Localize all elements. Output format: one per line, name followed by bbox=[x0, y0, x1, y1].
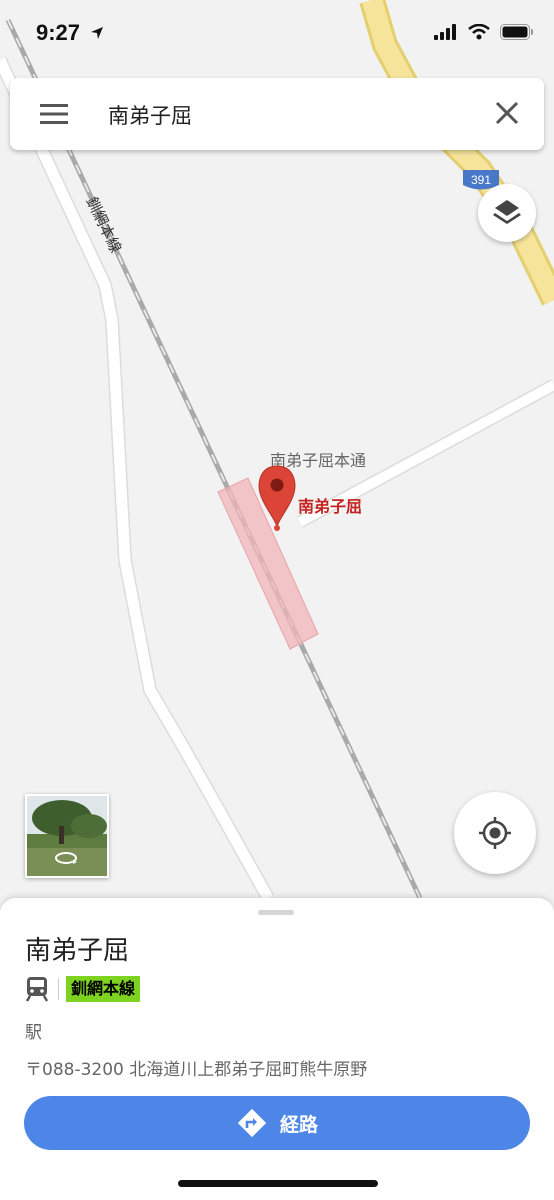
pin-label: 南弟子屈 bbox=[298, 497, 362, 516]
search-query[interactable]: 南弟子屈 bbox=[108, 100, 192, 130]
my-location-button[interactable] bbox=[454, 792, 536, 874]
search-bar[interactable]: 南弟子屈 bbox=[10, 78, 544, 150]
cellular-signal-icon bbox=[434, 24, 456, 40]
status-time: 9:27 bbox=[36, 20, 81, 45]
train-icon bbox=[25, 977, 49, 1002]
battery-icon bbox=[500, 24, 533, 40]
home-indicator[interactable] bbox=[178, 1180, 378, 1187]
place-sheet[interactable]: 南弟子屈 釧網本線 駅 〒088-3200 北海道川上郡弟子屈町熊牛原野 経路 bbox=[0, 898, 554, 1200]
divider bbox=[58, 978, 59, 1000]
wifi-icon bbox=[468, 24, 490, 40]
place-address: 〒088-3200 北海道川上郡弟子屈町熊牛原野 bbox=[25, 1060, 368, 1080]
directions-label: 経路 bbox=[280, 1114, 319, 1136]
directions-icon bbox=[237, 1108, 267, 1138]
sheet-drag-handle[interactable] bbox=[258, 910, 294, 915]
street-view-thumbnail[interactable] bbox=[25, 794, 109, 878]
status-bar: 9:27 bbox=[0, 0, 554, 64]
menu-icon[interactable] bbox=[40, 102, 68, 126]
place-title: 南弟子屈 bbox=[25, 936, 130, 966]
layers-button[interactable] bbox=[478, 184, 536, 242]
location-arrow-icon bbox=[91, 27, 103, 39]
layers-icon bbox=[493, 200, 521, 224]
my-location-icon bbox=[479, 817, 511, 849]
directions-button[interactable]: 経路 bbox=[24, 1096, 530, 1150]
rotate-360-icon bbox=[55, 852, 77, 864]
place-category: 駅 bbox=[25, 1023, 42, 1043]
line-badge[interactable]: 釧網本線 bbox=[66, 976, 141, 1002]
close-icon[interactable] bbox=[494, 100, 520, 126]
